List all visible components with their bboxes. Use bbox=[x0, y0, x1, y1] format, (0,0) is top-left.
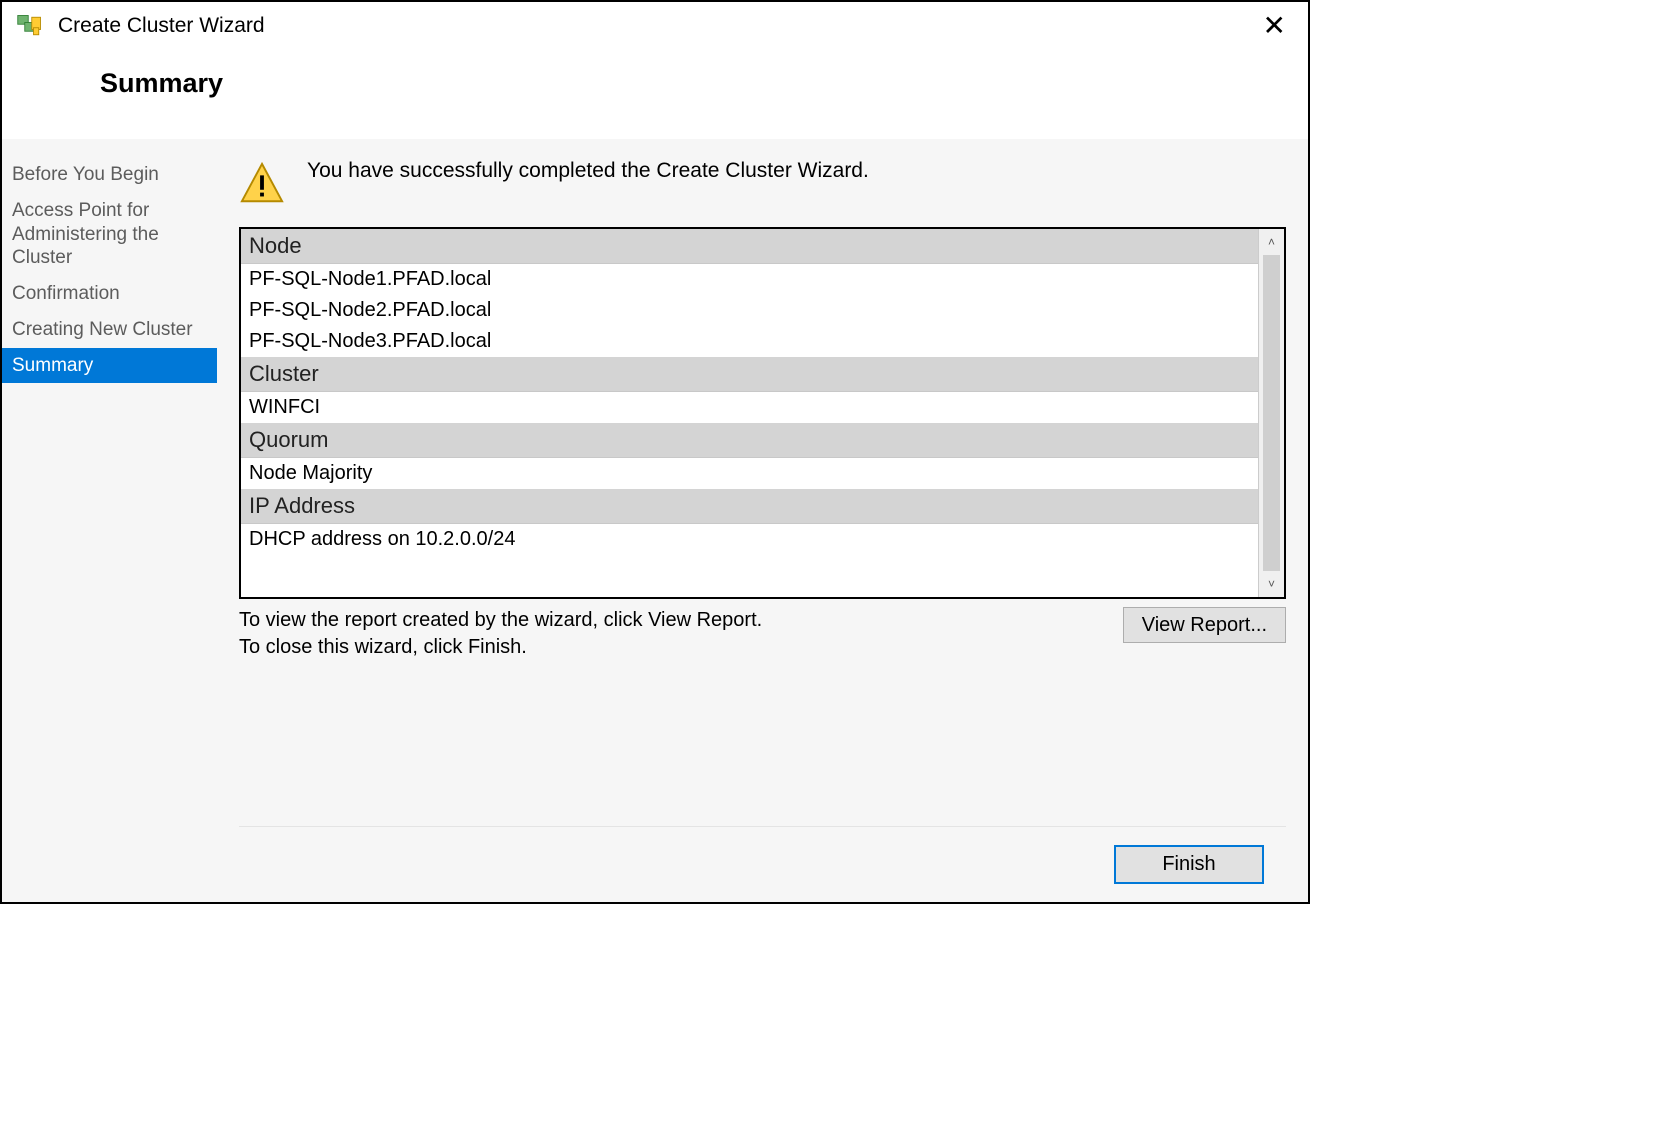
sidebar-item-creating-new-cluster[interactable]: Creating New Cluster bbox=[2, 312, 217, 348]
hint-line1: To view the report created by the wizard… bbox=[239, 609, 762, 631]
wizard-icon bbox=[16, 12, 44, 40]
view-report-button[interactable]: View Report... bbox=[1123, 607, 1286, 643]
report-scrollbar[interactable]: ˄ ˅ bbox=[1258, 229, 1284, 597]
scrollbar-track[interactable] bbox=[1263, 255, 1280, 571]
wizard-footer: Finish bbox=[239, 826, 1286, 902]
close-icon[interactable]: ✕ bbox=[1255, 12, 1294, 40]
wizard-header: Summary bbox=[2, 50, 1308, 139]
report-header-quorum: Quorum bbox=[241, 423, 1258, 458]
wizard-body: Before You Begin Access Point for Admini… bbox=[2, 139, 1308, 902]
hint-text: To view the report created by the wizard… bbox=[239, 607, 762, 661]
report-value: PF-SQL-Node1.PFAD.local bbox=[241, 264, 1258, 295]
sidebar-item-before-you-begin[interactable]: Before You Begin bbox=[2, 157, 217, 193]
window-title: Create Cluster Wizard bbox=[58, 14, 265, 38]
hint-line2: To close this wizard, click Finish. bbox=[239, 636, 527, 658]
wizard-window: Create Cluster Wizard ✕ Summary Before Y… bbox=[0, 0, 1310, 904]
report-value: PF-SQL-Node3.PFAD.local bbox=[241, 326, 1258, 357]
scrollbar-up-icon[interactable]: ˄ bbox=[1259, 229, 1284, 255]
status-row: You have successfully completed the Crea… bbox=[239, 157, 1286, 207]
report-value: WINFCI bbox=[241, 392, 1258, 423]
report-header-cluster: Cluster bbox=[241, 357, 1258, 392]
report-value: PF-SQL-Node2.PFAD.local bbox=[241, 295, 1258, 326]
title-bar: Create Cluster Wizard ✕ bbox=[2, 2, 1308, 50]
warning-icon bbox=[239, 161, 285, 207]
hint-row: To view the report created by the wizard… bbox=[239, 607, 1286, 661]
report-value: Node Majority bbox=[241, 458, 1258, 489]
sidebar-item-confirmation[interactable]: Confirmation bbox=[2, 276, 217, 312]
summary-report-content: Node PF-SQL-Node1.PFAD.local PF-SQL-Node… bbox=[241, 229, 1258, 597]
wizard-steps-sidebar: Before You Begin Access Point for Admini… bbox=[2, 139, 217, 902]
sidebar-item-access-point[interactable]: Access Point for Administering the Clust… bbox=[2, 193, 217, 276]
sidebar-item-summary[interactable]: Summary bbox=[2, 348, 217, 384]
report-header-ip-address: IP Address bbox=[241, 489, 1258, 524]
report-value: DHCP address on 10.2.0.0/24 bbox=[241, 524, 1258, 555]
summary-report-box: Node PF-SQL-Node1.PFAD.local PF-SQL-Node… bbox=[239, 227, 1286, 599]
finish-button[interactable]: Finish bbox=[1114, 845, 1264, 884]
scrollbar-down-icon[interactable]: ˅ bbox=[1259, 571, 1284, 597]
report-header-node: Node bbox=[241, 229, 1258, 264]
page-title: Summary bbox=[100, 68, 1308, 99]
wizard-main: You have successfully completed the Crea… bbox=[217, 139, 1308, 902]
status-text: You have successfully completed the Crea… bbox=[307, 157, 869, 183]
